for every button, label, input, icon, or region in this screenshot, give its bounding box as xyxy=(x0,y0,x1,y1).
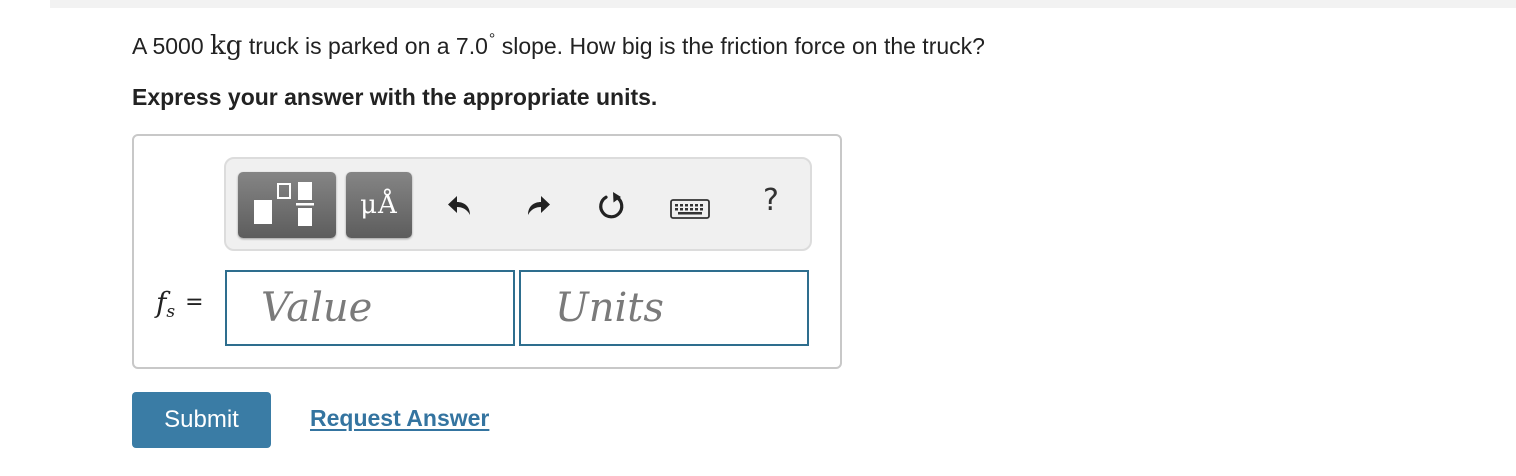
keyboard-icon xyxy=(670,199,710,219)
redo-button[interactable] xyxy=(522,191,552,221)
templates-icon xyxy=(254,182,314,226)
help-button[interactable]: ? xyxy=(756,183,786,218)
reset-button[interactable] xyxy=(596,190,628,222)
question-prefix: A 5000 xyxy=(132,33,211,59)
question-text: A 5000 kg truck is parked on a 7.0° slop… xyxy=(132,30,985,66)
units-input[interactable] xyxy=(519,270,809,346)
request-answer-link[interactable]: Request Answer xyxy=(310,405,489,432)
answer-panel: μÅ ? fs = Value Units xyxy=(132,134,842,369)
redo-icon xyxy=(528,196,550,215)
math-toolbar: μÅ ? xyxy=(224,157,812,251)
templates-button[interactable] xyxy=(238,172,336,238)
keyboard-button[interactable] xyxy=(670,199,710,219)
top-divider-bar xyxy=(50,0,1516,8)
variable-subscript: s xyxy=(166,302,176,322)
question-suffix: slope. How big is the friction force on … xyxy=(495,33,985,59)
submit-button[interactable]: Submit xyxy=(132,392,271,448)
units-button[interactable]: μÅ xyxy=(346,172,412,238)
undo-icon xyxy=(448,196,470,215)
degree-symbol: ° xyxy=(488,31,496,48)
equals-sign: = xyxy=(185,290,204,315)
question-middle: truck is parked on a 7.0 xyxy=(242,33,488,59)
answer-variable-label: fs = xyxy=(156,286,204,322)
mass-unit: kg xyxy=(210,31,243,61)
units-button-label: μÅ xyxy=(360,190,398,220)
value-input[interactable] xyxy=(225,270,515,346)
undo-button[interactable] xyxy=(446,191,476,221)
variable-symbol: f xyxy=(156,286,167,319)
reset-icon xyxy=(599,192,624,219)
answer-instruction: Express your answer with the appropriate… xyxy=(132,84,658,110)
